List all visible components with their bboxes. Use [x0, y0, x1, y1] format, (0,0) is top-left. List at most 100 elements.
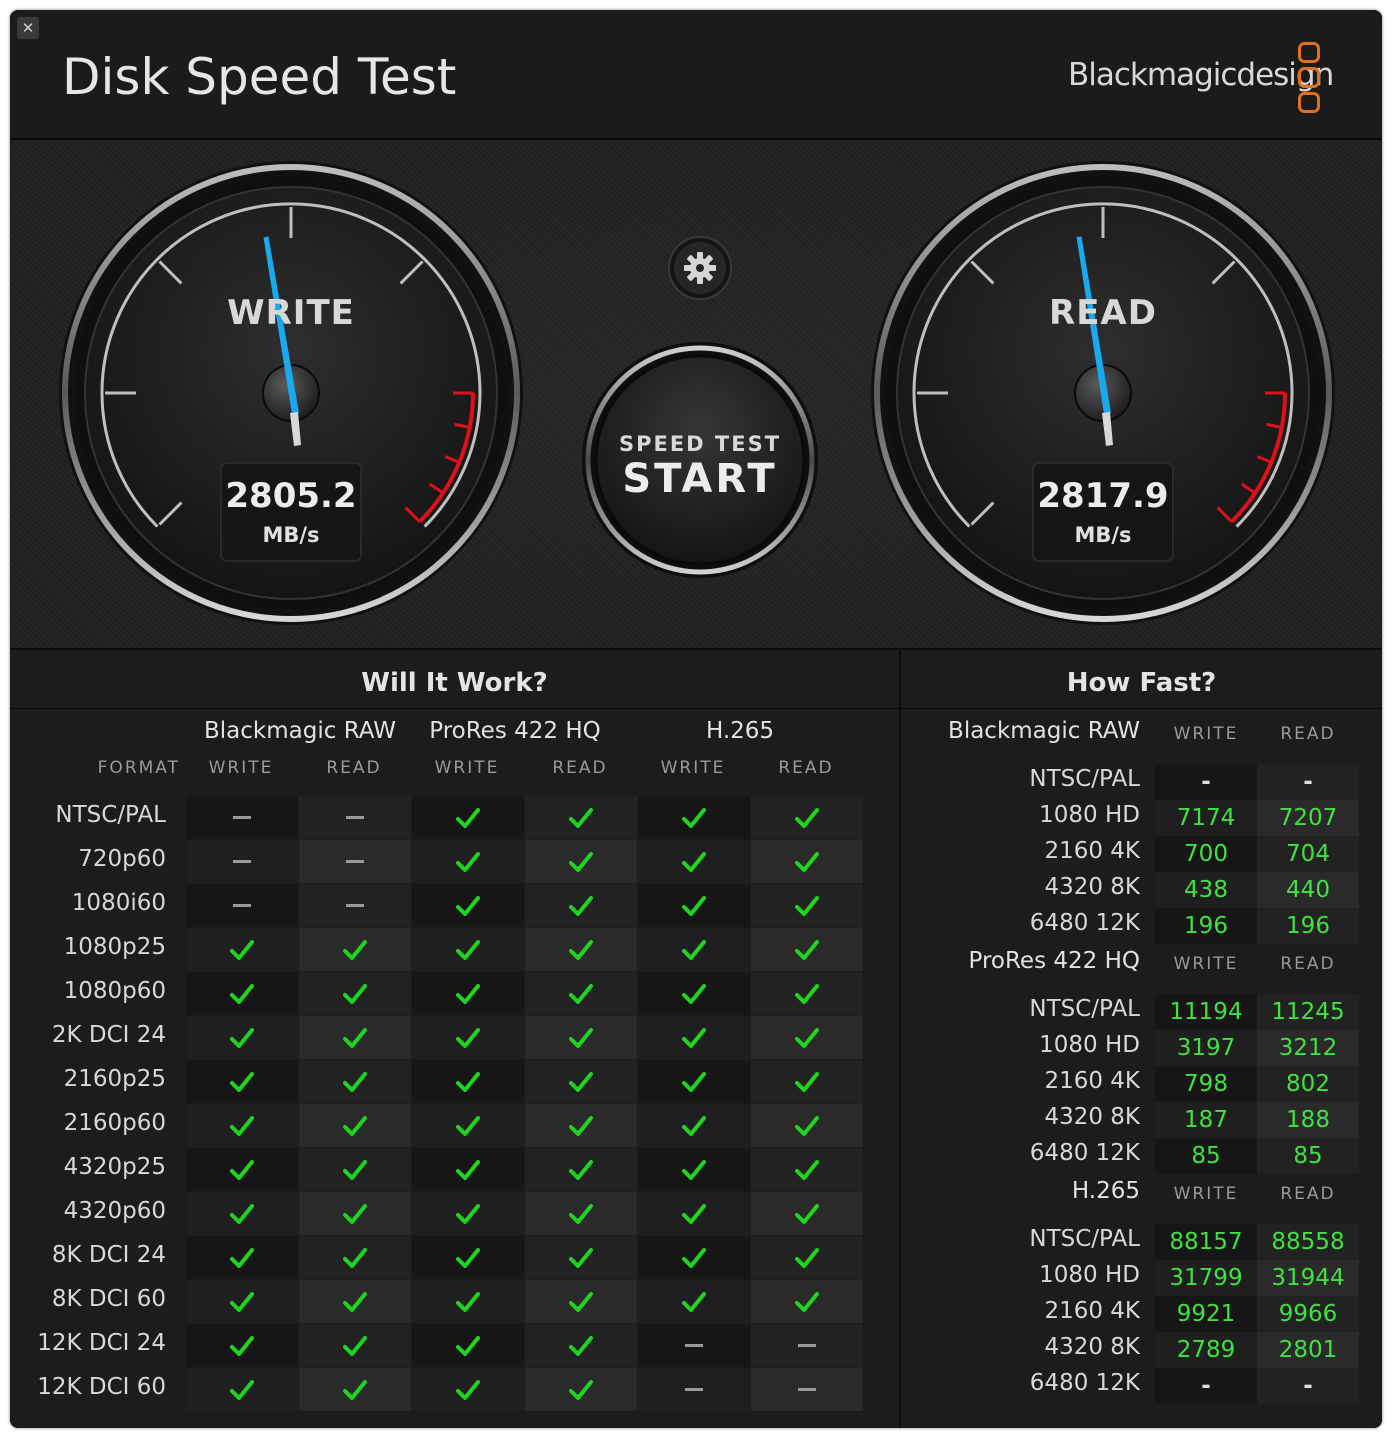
result-cell: [299, 1060, 411, 1103]
check-icon: [343, 939, 367, 960]
how-fast-row-label: 6480 12K: [1029, 1370, 1140, 1396]
how-fast-write-value: 85: [1155, 1138, 1257, 1174]
check-icon: [456, 1291, 480, 1312]
how-fast-write-header: WRITE: [1173, 1184, 1239, 1204]
how-fast-read-header: READ: [1280, 954, 1336, 974]
format-row-label: 2K DCI 24: [51, 1022, 166, 1048]
dash-icon: [233, 859, 251, 863]
write-speed-value: 2805.2: [225, 476, 357, 516]
check-icon: [343, 983, 367, 1004]
how-fast-row-label: 1080 HD: [1039, 1032, 1140, 1058]
result-cell: [299, 1104, 411, 1147]
result-cell: [299, 796, 411, 839]
check-icon: [343, 1379, 367, 1400]
how-fast-row-label: 4320 8K: [1044, 1334, 1140, 1360]
check-icon: [682, 1071, 706, 1092]
wiw-subheader-0: WRITE: [208, 758, 274, 778]
result-cell: [638, 1192, 750, 1235]
check-icon: [456, 851, 480, 872]
check-icon: [795, 1027, 819, 1048]
result-cell: [751, 1324, 863, 1367]
check-icon: [456, 939, 480, 960]
result-cell: [638, 972, 750, 1015]
gear-icon: [684, 252, 716, 284]
check-icon: [230, 1027, 254, 1048]
check-icon: [343, 1335, 367, 1356]
result-cell: [412, 1280, 524, 1323]
check-icon: [569, 851, 593, 872]
result-cell: [412, 1368, 524, 1411]
check-icon: [343, 1247, 367, 1268]
check-icon: [456, 1203, 480, 1224]
dash-icon: [346, 903, 364, 907]
check-icon: [795, 1291, 819, 1312]
how-fast-write-value: 438: [1155, 872, 1257, 908]
result-cell: [638, 1060, 750, 1103]
dash-icon: [685, 1387, 703, 1391]
codec-header-h265: H.265: [705, 718, 775, 744]
result-cell: [525, 972, 637, 1015]
result-cell: [186, 1324, 298, 1367]
wiw-subheader-2: WRITE: [434, 758, 500, 778]
dash-icon: [233, 815, 251, 819]
result-cell: [525, 1236, 637, 1279]
result-cell: [525, 928, 637, 971]
how-fast-write-value: 7174: [1155, 800, 1257, 836]
how-fast-row-label: 1080 HD: [1039, 802, 1140, 828]
check-icon: [569, 1335, 593, 1356]
how-fast-row-label: 6480 12K: [1029, 910, 1140, 936]
check-icon: [795, 851, 819, 872]
result-cell: [525, 796, 637, 839]
result-cell: [525, 1280, 637, 1323]
result-cell: [638, 1016, 750, 1059]
result-cell: [638, 1368, 750, 1411]
read-gauge: [871, 161, 1335, 625]
check-icon: [682, 983, 706, 1004]
result-cell: [412, 1104, 524, 1147]
result-cell: [412, 1236, 524, 1279]
format-header: FORMAT: [97, 758, 180, 778]
how-fast-codec-name: H.265: [1071, 1178, 1140, 1204]
result-cell: [412, 884, 524, 927]
check-icon: [343, 1291, 367, 1312]
check-icon: [682, 1247, 706, 1268]
how-fast-row-label: NTSC/PAL: [1029, 996, 1140, 1022]
result-cell: [751, 1192, 863, 1235]
how-fast-read-value: 188: [1257, 1102, 1359, 1138]
check-icon: [456, 1159, 480, 1180]
close-button[interactable]: ✕: [17, 17, 39, 39]
result-cell: [525, 1016, 637, 1059]
check-icon: [682, 1159, 706, 1180]
result-cell: [412, 972, 524, 1015]
check-icon: [682, 1027, 706, 1048]
how-fast-read-value: 85: [1257, 1138, 1359, 1174]
settings-button[interactable]: [668, 236, 732, 300]
result-cell: [299, 1148, 411, 1191]
check-icon: [230, 1115, 254, 1136]
read-speed-unit: MB/s: [1074, 523, 1132, 547]
check-icon: [569, 939, 593, 960]
how-fast-read-value: 9966: [1257, 1296, 1359, 1332]
format-row-label: 1080p60: [63, 978, 166, 1004]
result-cell: [299, 928, 411, 971]
check-icon: [569, 1071, 593, 1092]
check-icon: [682, 807, 706, 828]
check-icon: [456, 1027, 480, 1048]
format-row-label: 2160p25: [63, 1066, 166, 1092]
check-icon: [795, 895, 819, 916]
result-cell: [186, 884, 298, 927]
how-fast-write-value: 798: [1155, 1066, 1257, 1102]
write-gauge: [59, 161, 523, 625]
check-icon: [343, 1071, 367, 1092]
how-fast-write-value: 187: [1155, 1102, 1257, 1138]
check-icon: [343, 1159, 367, 1180]
format-row-label: 1080i60: [71, 890, 166, 916]
how-fast-codec-name: ProRes 422 HQ: [968, 948, 1141, 974]
how-fast-separator: [901, 708, 1382, 709]
result-cell: [299, 884, 411, 927]
result-cell: [525, 840, 637, 883]
check-icon: [343, 1115, 367, 1136]
format-row-label: 2160p60: [63, 1110, 166, 1136]
will-it-work-title: Will It Work?: [361, 668, 548, 698]
check-icon: [682, 939, 706, 960]
